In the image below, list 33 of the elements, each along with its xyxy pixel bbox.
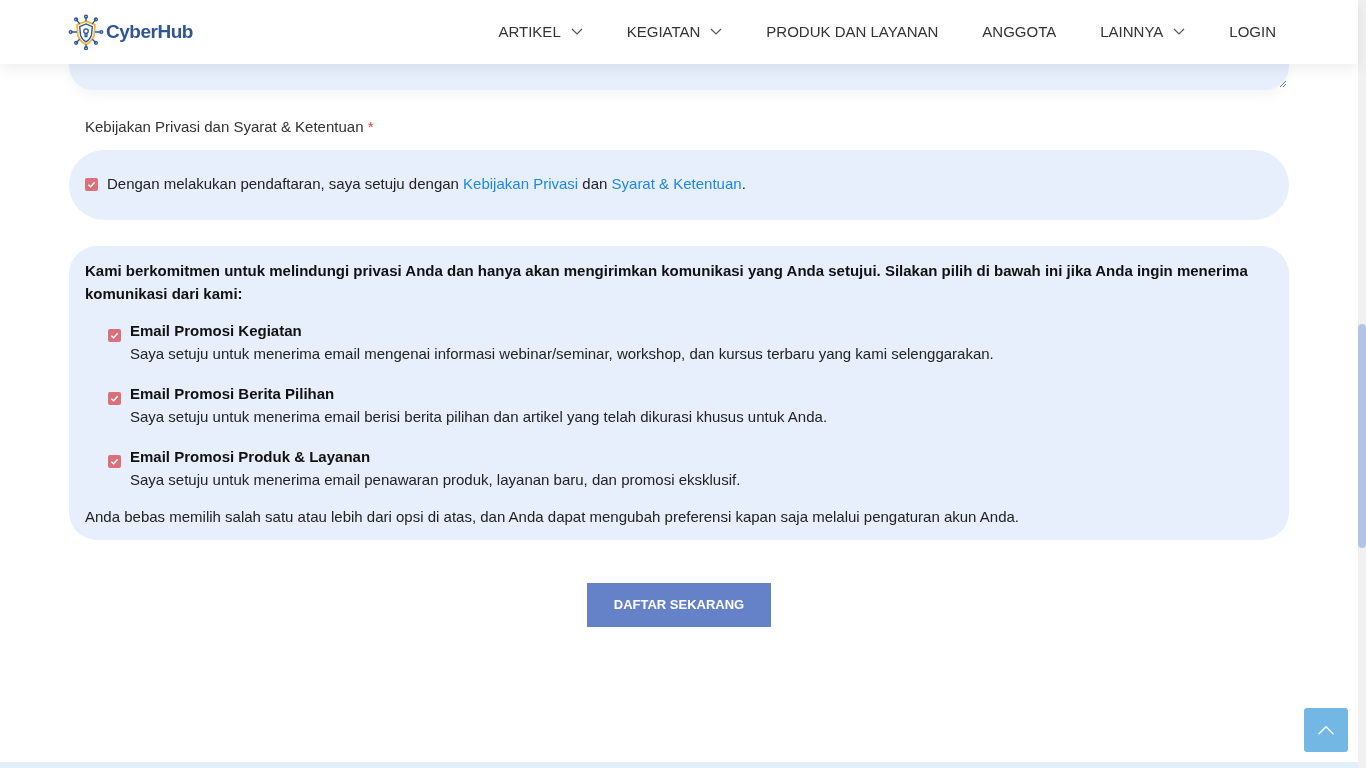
option-description: Saya setuju untuk menerima email penawaran produk, layanan baru, dan promosi eksklusif. bbox=[130, 469, 741, 490]
scrollbar-thumb[interactable] bbox=[1358, 324, 1366, 548]
note-text: Anda bebas memilih salah satu atau lebih dari opsi di atas, dan Anda dapat mengubah preferensi kapan saja melalui pengaturan akun Anda. bbox=[85, 506, 1020, 527]
resize-grip-icon bbox=[1279, 80, 1287, 88]
shield-network-logo-icon bbox=[68, 14, 104, 50]
check-icon bbox=[110, 456, 119, 466]
checkbox[interactable] bbox=[85, 178, 98, 191]
check-icon bbox=[110, 330, 119, 340]
consent-text: . bbox=[741, 175, 746, 193]
checkbox[interactable] bbox=[108, 391, 121, 405]
nav-link[interactable]: ARTIKEL bbox=[498, 20, 583, 44]
nav-link[interactable]: KEGIATAN bbox=[626, 20, 723, 44]
submit-button[interactable]: DAFTAR SEKARANG bbox=[587, 582, 771, 627]
required-mark: * bbox=[367, 118, 374, 135]
field-label: Kebijakan Privasi dan Syarat & Ketentuan bbox=[85, 118, 364, 135]
checkbox[interactable] bbox=[108, 328, 121, 342]
checkbox[interactable] bbox=[108, 454, 121, 468]
check-icon bbox=[110, 393, 119, 403]
nav-link[interactable]: PRODUK DAN LAYANAN bbox=[766, 20, 939, 44]
nav-link[interactable]: ANGGOTA bbox=[982, 20, 1057, 44]
check-icon bbox=[87, 180, 96, 189]
option-title: Email Promosi Berita Pilihan bbox=[130, 383, 336, 404]
intro-text: Kami berkomitmen untuk melindungi privasi Anda dan hanya akan mengirimkan komunikasi yang Anda setujui. Silakan pilih di bawah ini jika Anda ingin menerima komunikasi dari kami: bbox=[85, 260, 1249, 304]
consent-text: Dengan melakukan pendaftaran, saya setuju dengan bbox=[107, 175, 459, 193]
option-title: Email Promosi Produk & Layanan bbox=[130, 446, 372, 467]
option-title: Email Promosi Kegiatan bbox=[130, 320, 303, 341]
nav-link[interactable]: LAINNYA bbox=[1100, 20, 1186, 44]
logo-text[interactable]: CyberHub bbox=[106, 17, 193, 47]
option-description: Saya setuju untuk menerima email berisi berita pilihan dan artikel yang telah dikurasi khusus untuk Anda. bbox=[130, 406, 828, 427]
consent-text: dan bbox=[582, 175, 608, 193]
chevron-up-icon bbox=[1317, 725, 1335, 735]
nav-link[interactable]: LOGIN bbox=[1229, 20, 1276, 44]
option-description: Saya setuju untuk menerima email mengenai informasi webinar/seminar, workshop, dan kursus terbaru yang kami selenggarakan. bbox=[130, 343, 994, 364]
